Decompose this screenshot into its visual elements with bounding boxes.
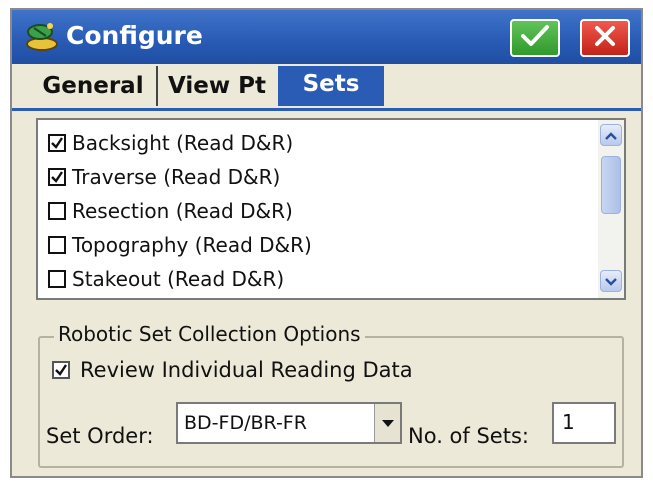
- group-title: Robotic Set Collection Options: [54, 322, 365, 346]
- checkbox[interactable]: [48, 236, 66, 254]
- checkbox[interactable]: [48, 134, 66, 152]
- tab-general[interactable]: General: [30, 66, 156, 106]
- chevron-down-icon: [604, 272, 618, 291]
- set-order-dropdown[interactable]: BD-FD/BR-FR: [176, 402, 402, 444]
- tab-sets[interactable]: Sets: [278, 66, 384, 106]
- scroll-down-button[interactable]: [600, 270, 622, 292]
- checkbox[interactable]: [48, 270, 66, 288]
- checkbox[interactable]: [48, 168, 66, 186]
- list-item[interactable]: Backsight (Read D&R): [48, 128, 293, 158]
- review-label: Review Individual Reading Data: [80, 358, 413, 382]
- checkbox[interactable]: [48, 202, 66, 220]
- satellite-dish-icon: [24, 20, 60, 52]
- close-button[interactable]: [580, 19, 630, 57]
- chevron-up-icon: [604, 126, 618, 145]
- review-checkbox[interactable]: [52, 361, 70, 379]
- list-item[interactable]: Resection (Read D&R): [48, 196, 293, 226]
- ok-button[interactable]: [510, 19, 560, 57]
- list-item[interactable]: Stakeout (Read D&R): [48, 264, 284, 294]
- sets-input[interactable]: 1: [552, 402, 616, 444]
- list-item[interactable]: Traverse (Read D&R): [48, 162, 280, 192]
- tab-view-pt[interactable]: View Pt: [156, 66, 276, 106]
- tab-underline: [12, 108, 641, 111]
- configure-dialog: Configure General View Pt Sets Backsight…: [10, 8, 643, 478]
- check-icon: [520, 24, 550, 52]
- set-types-list[interactable]: Backsight (Read D&R) Traverse (Read D&R)…: [36, 118, 626, 300]
- dropdown-arrow-icon[interactable]: [374, 404, 400, 442]
- set-order-value: BD-FD/BR-FR: [184, 412, 307, 434]
- scroll-thumb[interactable]: [601, 156, 621, 214]
- window-title: Configure: [66, 21, 203, 50]
- review-reading-option[interactable]: Review Individual Reading Data: [52, 358, 413, 382]
- scroll-up-button[interactable]: [600, 124, 622, 146]
- sets-label: No. of Sets:: [408, 424, 529, 448]
- list-item[interactable]: Topography (Read D&R): [48, 230, 312, 260]
- title-bar: Configure: [12, 10, 641, 64]
- set-order-label: Set Order:: [46, 424, 154, 448]
- list-scrollbar[interactable]: [598, 120, 624, 298]
- close-icon: [593, 24, 617, 52]
